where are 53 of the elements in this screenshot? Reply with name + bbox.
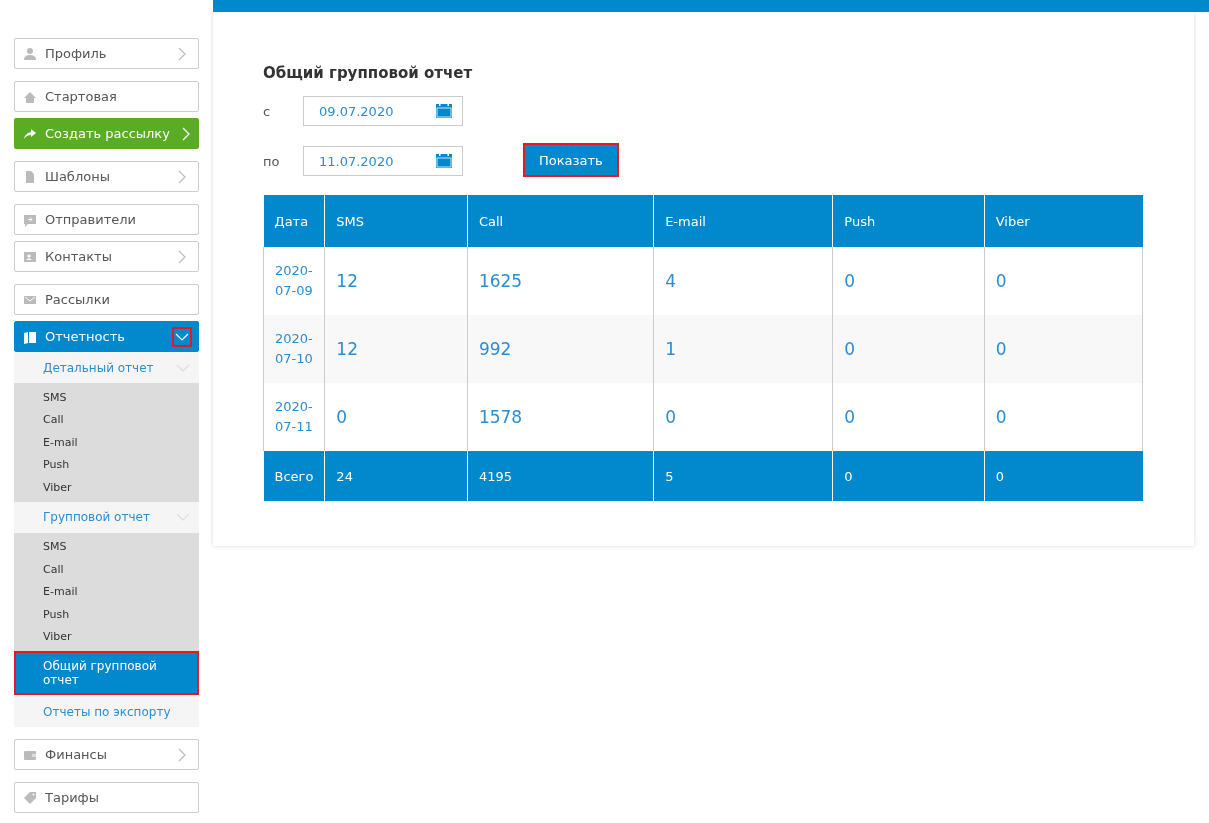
date-field[interactable]: 09.07.2020 xyxy=(303,96,463,126)
submenu-item[interactable]: Push xyxy=(14,453,199,476)
nav-item[interactable]: Финансы xyxy=(14,739,199,770)
document-icon xyxy=(23,169,37,184)
submenu-item[interactable]: Call xyxy=(14,408,199,431)
field-label: с xyxy=(263,103,272,119)
table-cell: 0 xyxy=(984,315,1143,383)
column-header: SMS xyxy=(324,195,468,247)
house-icon xyxy=(23,89,37,104)
column-header: Viber xyxy=(984,195,1143,247)
chevron-down-icon[interactable] xyxy=(174,328,190,345)
submenu-item[interactable]: Viber xyxy=(14,625,199,648)
total-cell: 24 xyxy=(324,451,468,501)
column-header: Call xyxy=(467,195,654,247)
nav-item[interactable]: Тарифы xyxy=(14,782,199,813)
submenu-item[interactable]: SMS xyxy=(14,386,199,409)
submenu-item[interactable]: SMS xyxy=(14,535,199,558)
total-cell: 0 xyxy=(832,451,985,501)
submenu-item[interactable]: Общий групповой отчет xyxy=(14,651,199,695)
total-cell: Всего xyxy=(263,451,325,501)
submenu-item[interactable]: Push xyxy=(14,603,199,626)
person-icon xyxy=(23,46,37,61)
show-button[interactable]: Показать xyxy=(523,143,619,177)
submenu-item[interactable]: E-mail xyxy=(14,431,199,454)
date-field[interactable]: 11.07.2020 xyxy=(303,146,463,176)
column-header: Push xyxy=(832,195,985,247)
nav-item[interactable]: Контакты xyxy=(14,241,199,272)
column-header: Дата xyxy=(263,195,325,247)
calendar-icon[interactable] xyxy=(436,104,452,118)
table-cell: 0 xyxy=(832,315,985,383)
nav-item[interactable]: Профиль xyxy=(14,38,199,69)
submenu-item[interactable]: Call xyxy=(14,558,199,581)
table-cell: 992 xyxy=(467,315,654,383)
total-cell: 0 xyxy=(984,451,1143,501)
nav-item[interactable]: Отправители xyxy=(14,204,199,235)
contact-card-icon xyxy=(23,249,37,264)
book-icon xyxy=(23,329,37,344)
nav-item[interactable]: Стартовая xyxy=(14,81,199,112)
nav-item[interactable]: Отчетность xyxy=(14,321,199,352)
submenu-item[interactable]: Viber xyxy=(14,476,199,499)
message-icon xyxy=(23,212,37,227)
report-title: Общий групповой отчет xyxy=(263,64,474,82)
calendar-icon[interactable] xyxy=(436,154,452,168)
total-cell: 5 xyxy=(653,451,833,501)
table-cell: 1 xyxy=(653,315,833,383)
tag-icon xyxy=(23,790,37,805)
nav-item[interactable]: Шаблоны xyxy=(14,161,199,192)
total-cell: 4195 xyxy=(467,451,654,501)
field-label: по xyxy=(263,153,281,169)
submenu-item[interactable]: E-mail xyxy=(14,580,199,603)
nav-item[interactable]: Рассылки xyxy=(14,284,199,315)
table-cell: 12 xyxy=(324,315,468,383)
column-header: E-mail xyxy=(653,195,833,247)
